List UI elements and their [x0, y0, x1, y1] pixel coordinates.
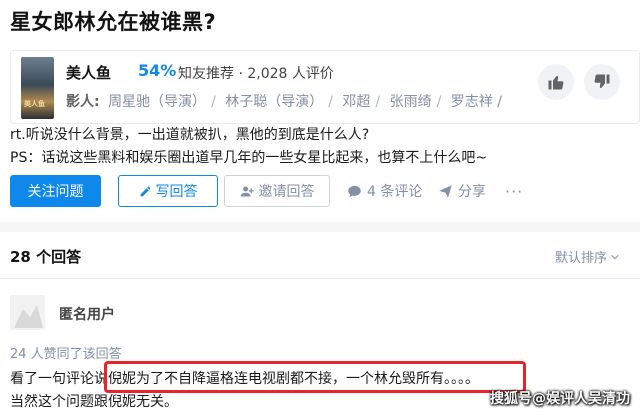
answer-text-line: 当然这个问题跟倪妮无关。	[10, 394, 178, 410]
thumbs-up-icon	[548, 75, 564, 90]
sort-label: 默认排序	[555, 251, 608, 266]
comments-button[interactable]: 4 条评论	[347, 175, 422, 207]
add-user-icon	[240, 186, 254, 196]
agree-count: 24 人赞同了该回答	[10, 347, 122, 362]
chevron-down-icon	[611, 254, 619, 259]
share-icon	[439, 184, 452, 198]
comments-label: 4 条评论	[367, 184, 423, 200]
cast-item[interactable]: 邓超	[342, 94, 370, 110]
cast-item[interactable]: 林子聪（导演）	[225, 94, 323, 110]
divider	[0, 278, 640, 279]
movie-rating-meta: 知友推荐 · 2,028 人评价	[178, 66, 334, 82]
follow-question-button[interactable]: 关注问题	[10, 175, 101, 207]
movie-poster[interactable]: 美人鱼	[21, 57, 54, 119]
question-body-line: PS：话说这些黑料和娱乐圈出道早几年的一些女星比起来，也算不上什么吧~	[10, 150, 488, 166]
cast-item[interactable]: 周星驰（导演）	[108, 94, 206, 110]
not-recommend-button[interactable]	[584, 64, 620, 100]
author-name[interactable]: 匿名用户	[59, 304, 115, 324]
sort-dropdown[interactable]: 默认排序	[555, 247, 620, 266]
write-answer-button[interactable]: 写回答	[118, 175, 218, 207]
more-button[interactable]: ···	[505, 175, 523, 207]
share-button[interactable]: 分享	[438, 175, 486, 207]
invite-answer-button[interactable]: 邀请回答	[224, 175, 330, 207]
thumbs-down-icon	[594, 74, 610, 89]
highlight-annotation	[104, 361, 526, 393]
section-gap	[0, 222, 640, 232]
avatar[interactable]	[10, 295, 45, 330]
cast-item[interactable]: 张雨绮	[390, 94, 432, 110]
pencil-icon	[140, 186, 150, 196]
question-title: 星女郎林允在被谁黑?	[10, 10, 217, 34]
movie-score: 54%	[138, 61, 177, 80]
recommend-button[interactable]	[538, 64, 574, 100]
answers-count: 28 个回答	[10, 248, 82, 266]
watermark: 搜狐号@娱评人吴清功	[490, 391, 630, 407]
cast-item[interactable]: 罗志祥 /	[451, 94, 502, 110]
question-body-line: rt.听说没什么背景，一出道就被扒，黑他的到底是什么人?	[10, 127, 370, 143]
movie-name[interactable]: 美人鱼	[66, 62, 111, 83]
invite-answer-label: 邀请回答	[258, 184, 315, 200]
share-label: 分享	[458, 184, 486, 200]
cast-line: 影人: 周星驰（导演） / 林子聪（导演） / 邓超 / 张雨绮 / 罗志祥 /	[66, 94, 502, 110]
anonymous-avatar-icon	[10, 295, 45, 330]
comment-icon	[348, 185, 361, 197]
cast-label: 影人:	[66, 94, 100, 110]
write-answer-label: 写回答	[155, 184, 198, 200]
poster-text: 美人鱼	[24, 100, 45, 108]
movie-card[interactable]: 美人鱼 美人鱼 54% 知友推荐 · 2,028 人评价 影人: 周星驰（导演）…	[10, 50, 640, 124]
